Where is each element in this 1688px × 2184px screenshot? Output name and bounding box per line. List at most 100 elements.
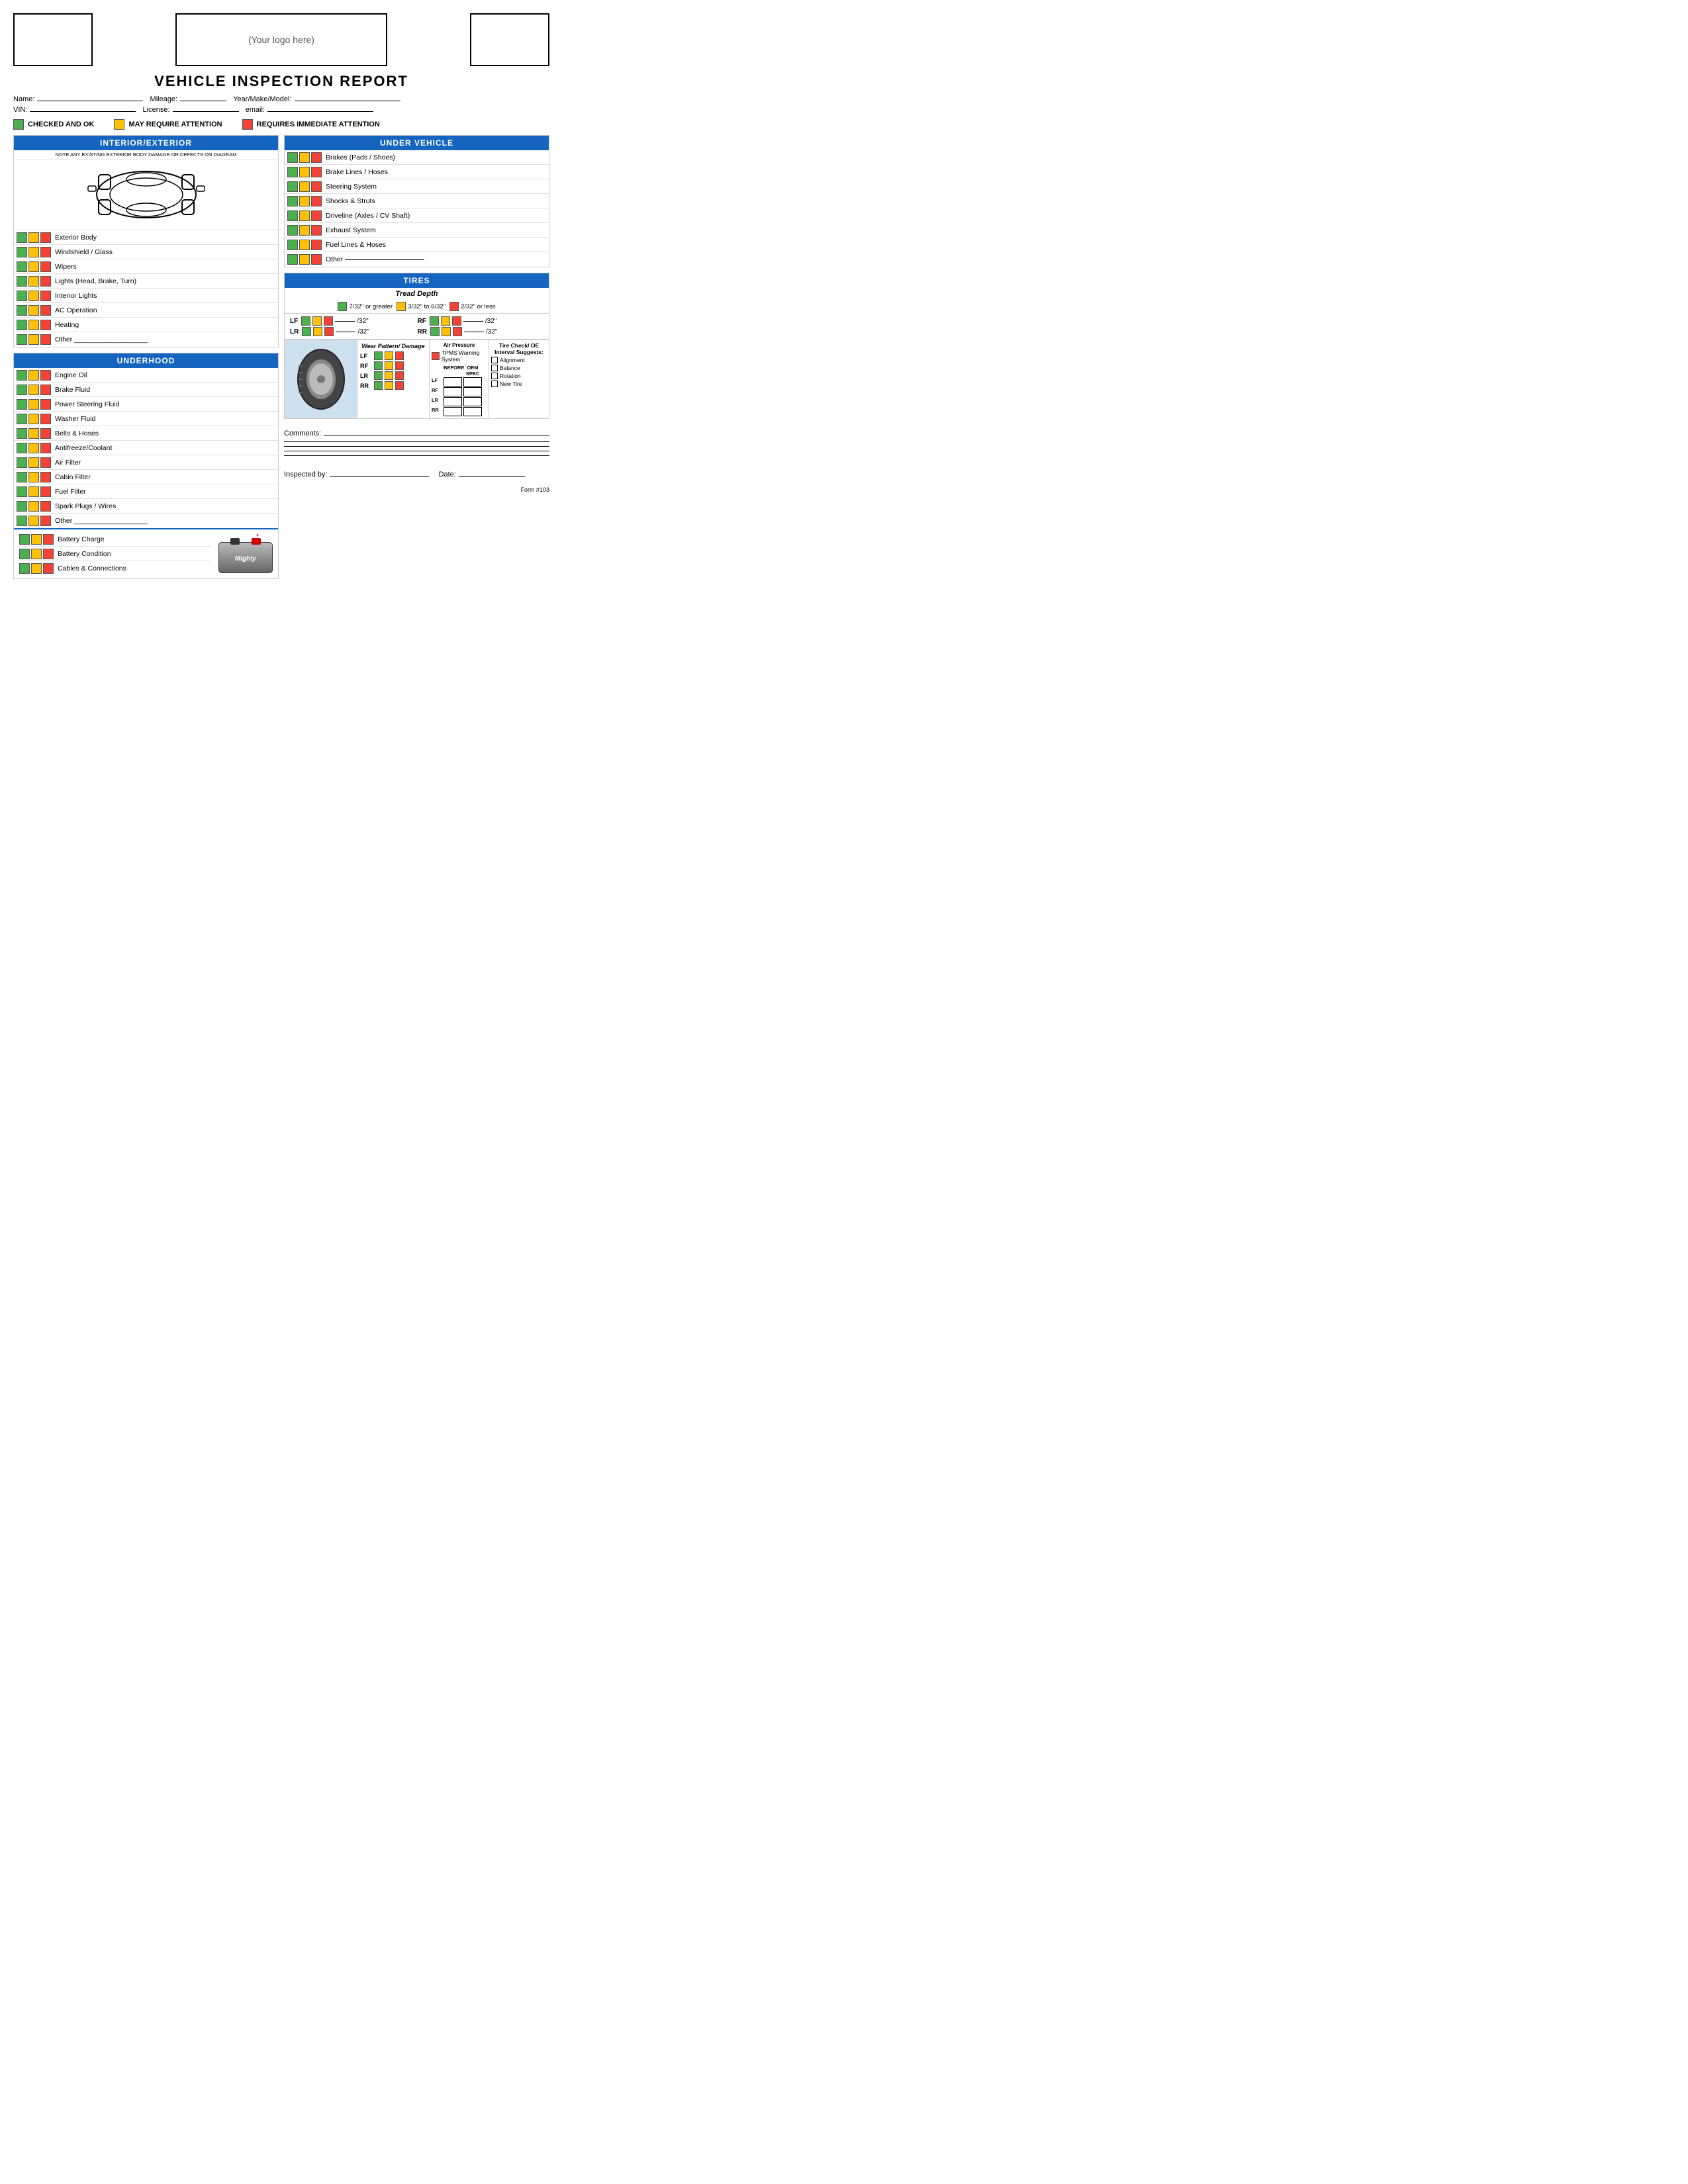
check-squares [17, 320, 51, 330]
item-label: Cables & Connections [58, 565, 126, 572]
comments-line-2[interactable] [284, 441, 549, 442]
wear-rf-yellow [385, 361, 393, 370]
legend-red-box [242, 119, 253, 130]
green-square [17, 428, 27, 439]
lf-reading-line[interactable] [335, 321, 355, 322]
underhood-header: UNDERHOOD [14, 353, 278, 368]
red-square [40, 486, 51, 497]
item-label: Exterior Body [55, 234, 97, 242]
other-line[interactable] [345, 259, 424, 260]
wear-pattern-col: Wear Pattern/ Damage LF RF LR [357, 340, 430, 418]
pressure-lr-oemspec[interactable] [463, 397, 482, 406]
rf-label: RF [418, 318, 426, 325]
list-item: Driveline (Axles / CV Shaft) [285, 208, 549, 223]
pressure-lr-before[interactable] [444, 397, 462, 406]
pressure-rr-oemspec[interactable] [463, 407, 482, 416]
red-square [311, 196, 322, 206]
rotation-checkbox[interactable] [491, 373, 498, 379]
list-item: Brake Fluid [14, 383, 278, 397]
email-field[interactable] [267, 111, 373, 112]
balance-label: Balance [500, 365, 520, 371]
green-square [19, 549, 30, 559]
item-label: Antifreeze/Coolant [55, 444, 112, 452]
pressure-rr-before[interactable] [444, 407, 462, 416]
wear-lr-red [395, 371, 404, 380]
legend-yellow: MAY REQUIRE ATTENTION [114, 119, 222, 130]
yellow-square [28, 414, 39, 424]
check-squares [17, 443, 51, 453]
check-squares [17, 247, 51, 257]
lf-yellow [312, 316, 322, 326]
rr-green [430, 327, 440, 336]
tread-green-sq [338, 302, 347, 311]
alignment-checkbox[interactable] [491, 357, 498, 363]
form-row-name: Name: Mileage: Year/Make/Model: [13, 95, 549, 103]
balance-check: Balance [491, 365, 547, 371]
item-label: Other ___________________ [55, 517, 148, 525]
lr-green [302, 327, 311, 336]
green-square [17, 486, 27, 497]
rf-unit: /32" [485, 318, 496, 325]
red-square [43, 549, 54, 559]
lf-label: LF [290, 318, 298, 325]
green-square [17, 232, 27, 243]
red-square [40, 457, 51, 468]
red-square [40, 261, 51, 272]
check-squares [17, 501, 51, 512]
wear-rr-label: RR [360, 383, 372, 389]
list-item: Other ___________________ [14, 332, 278, 347]
new-tire-checkbox[interactable] [491, 381, 498, 387]
battery-svg: + Mighty [216, 533, 275, 576]
check-squares [17, 486, 51, 497]
check-squares [287, 152, 322, 163]
pressure-lf-before[interactable] [444, 377, 462, 387]
list-item: Cabin Filter [14, 470, 278, 484]
yellow-square [28, 291, 39, 301]
license-field[interactable] [173, 111, 239, 112]
air-pressure-col: Air Pressure TPMS Warning System BEFORE … [430, 340, 489, 418]
legend-green: CHECKED AND OK [13, 119, 94, 130]
item-label: Cabin Filter [55, 473, 91, 481]
tread-yellow-sq [397, 302, 406, 311]
comments-line-5[interactable] [284, 455, 549, 456]
date-field[interactable] [459, 476, 525, 477]
tire-image-col [285, 340, 357, 418]
pressure-lf-oemspec[interactable] [463, 377, 482, 387]
item-label: AC Operation [55, 306, 97, 314]
check-squares [17, 291, 51, 301]
comments-section: Comments: [284, 430, 549, 460]
check-squares [287, 240, 322, 250]
tire-check-title: Tire Check/ OE Interval Suggests: [491, 342, 547, 355]
rf-reading-line[interactable] [463, 321, 483, 322]
new-tire-check: New Tire [491, 381, 547, 387]
red-square [40, 305, 51, 316]
item-label: Battery Condition [58, 550, 111, 558]
red-square [40, 370, 51, 381]
pressure-rr-label: RR [432, 407, 442, 416]
green-square [287, 181, 298, 192]
item-label: Brake Fluid [55, 386, 90, 394]
check-squares [19, 549, 54, 559]
tire-readings: LF /32" RF /32" LR [285, 314, 549, 340]
tires-header: TIRES [285, 273, 549, 288]
yellow-square [28, 501, 39, 512]
yellow-square [28, 457, 39, 468]
inspected-by-field[interactable] [330, 476, 429, 477]
red-square [40, 428, 51, 439]
red-square [311, 225, 322, 236]
list-item: Battery Condition [17, 547, 211, 561]
item-label: Brake Lines / Hoses [326, 168, 388, 176]
wear-rr: RR [360, 381, 426, 390]
green-square [17, 457, 27, 468]
rr-yellow [442, 327, 451, 336]
comments-line-3[interactable] [284, 446, 549, 447]
balance-checkbox[interactable] [491, 365, 498, 371]
inspected-by-label: Inspected by: [284, 471, 327, 478]
list-item: Air Filter [14, 455, 278, 470]
tpms-warning: TPMS Warning System [432, 349, 487, 363]
list-item: Brake Lines / Hoses [285, 165, 549, 179]
pressure-rf-before[interactable] [444, 387, 462, 396]
vin-field[interactable] [30, 111, 136, 112]
check-squares [17, 516, 51, 526]
pressure-rf-oemspec[interactable] [463, 387, 482, 396]
